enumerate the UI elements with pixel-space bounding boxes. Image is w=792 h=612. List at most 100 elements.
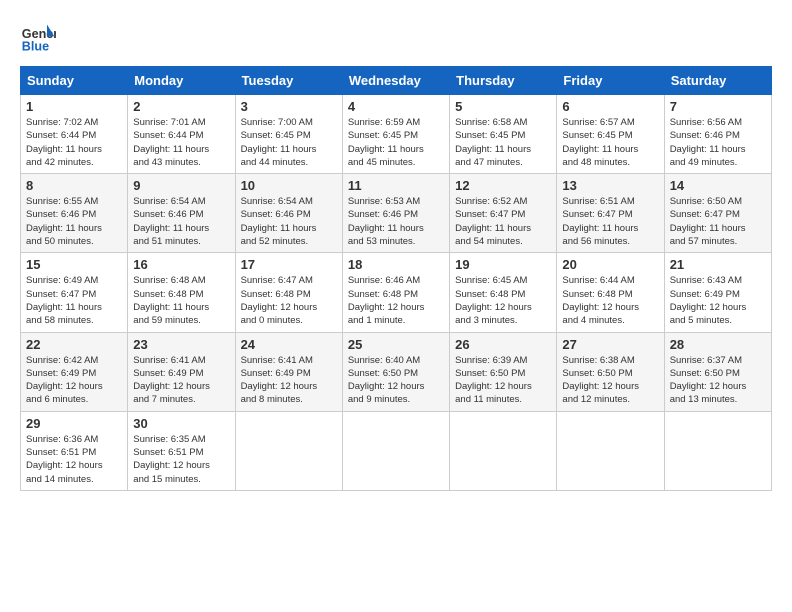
calendar-cell: 7 Sunrise: 6:56 AM Sunset: 6:46 PM Daylig…	[664, 95, 771, 174]
logo-icon: General Blue	[20, 20, 56, 56]
day-number: 27	[562, 337, 658, 352]
calendar-cell	[557, 411, 664, 490]
day-info: Sunrise: 6:54 AM Sunset: 6:46 PM Dayligh…	[133, 195, 229, 248]
calendar-cell: 8 Sunrise: 6:55 AM Sunset: 6:46 PM Daylig…	[21, 174, 128, 253]
calendar-cell	[450, 411, 557, 490]
day-info: Sunrise: 6:57 AM Sunset: 6:45 PM Dayligh…	[562, 116, 658, 169]
day-info: Sunrise: 6:51 AM Sunset: 6:47 PM Dayligh…	[562, 195, 658, 248]
day-info: Sunrise: 6:41 AM Sunset: 6:49 PM Dayligh…	[241, 354, 337, 407]
day-info: Sunrise: 6:35 AM Sunset: 6:51 PM Dayligh…	[133, 433, 229, 486]
day-info: Sunrise: 6:58 AM Sunset: 6:45 PM Dayligh…	[455, 116, 551, 169]
day-number: 19	[455, 257, 551, 272]
day-number: 26	[455, 337, 551, 352]
calendar-week-2: 8 Sunrise: 6:55 AM Sunset: 6:46 PM Daylig…	[21, 174, 772, 253]
calendar-week-1: 1Sunrise: 7:02 AM Sunset: 6:44 PM Daylig…	[21, 95, 772, 174]
calendar-cell: 17 Sunrise: 6:47 AM Sunset: 6:48 PM Dayli…	[235, 253, 342, 332]
calendar-cell: 19 Sunrise: 6:45 AM Sunset: 6:48 PM Dayli…	[450, 253, 557, 332]
day-number: 21	[670, 257, 766, 272]
logo: General Blue	[20, 20, 56, 56]
calendar-cell: 24Sunrise: 6:41 AM Sunset: 6:49 PM Dayli…	[235, 332, 342, 411]
calendar-cell: 29 Sunrise: 6:36 AM Sunset: 6:51 PM Dayli…	[21, 411, 128, 490]
day-info: Sunrise: 6:44 AM Sunset: 6:48 PM Dayligh…	[562, 274, 658, 327]
calendar-cell: 9Sunrise: 6:54 AM Sunset: 6:46 PM Daylig…	[128, 174, 235, 253]
calendar-week-4: 22 Sunrise: 6:42 AM Sunset: 6:49 PM Dayli…	[21, 332, 772, 411]
calendar-cell: 11 Sunrise: 6:53 AM Sunset: 6:46 PM Dayli…	[342, 174, 449, 253]
day-number: 23	[133, 337, 229, 352]
day-number: 5	[455, 99, 551, 114]
calendar-cell: 20 Sunrise: 6:44 AM Sunset: 6:48 PM Dayli…	[557, 253, 664, 332]
calendar-cell: 18 Sunrise: 6:46 AM Sunset: 6:48 PM Dayli…	[342, 253, 449, 332]
day-header-monday: Monday	[128, 67, 235, 95]
calendar-cell	[342, 411, 449, 490]
day-info: Sunrise: 6:49 AM Sunset: 6:47 PM Dayligh…	[26, 274, 122, 327]
day-number: 7	[670, 99, 766, 114]
calendar-week-3: 15 Sunrise: 6:49 AM Sunset: 6:47 PM Dayli…	[21, 253, 772, 332]
day-number: 18	[348, 257, 444, 272]
calendar-cell: 4 Sunrise: 6:59 AM Sunset: 6:45 PM Daylig…	[342, 95, 449, 174]
day-info: Sunrise: 6:40 AM Sunset: 6:50 PM Dayligh…	[348, 354, 444, 407]
day-info: Sunrise: 6:36 AM Sunset: 6:51 PM Dayligh…	[26, 433, 122, 486]
calendar-cell: 27 Sunrise: 6:38 AM Sunset: 6:50 PM Dayli…	[557, 332, 664, 411]
page-header: General Blue	[20, 20, 772, 56]
calendar-week-5: 29 Sunrise: 6:36 AM Sunset: 6:51 PM Dayli…	[21, 411, 772, 490]
day-header-tuesday: Tuesday	[235, 67, 342, 95]
calendar-cell: 16Sunrise: 6:48 AM Sunset: 6:48 PM Dayli…	[128, 253, 235, 332]
day-info: Sunrise: 6:55 AM Sunset: 6:46 PM Dayligh…	[26, 195, 122, 248]
day-info: Sunrise: 6:50 AM Sunset: 6:47 PM Dayligh…	[670, 195, 766, 248]
calendar-cell	[235, 411, 342, 490]
calendar-cell: 10 Sunrise: 6:54 AM Sunset: 6:46 PM Dayli…	[235, 174, 342, 253]
calendar-cell: 5 Sunrise: 6:58 AM Sunset: 6:45 PM Daylig…	[450, 95, 557, 174]
day-number: 22	[26, 337, 122, 352]
day-header-wednesday: Wednesday	[342, 67, 449, 95]
calendar-cell: 1Sunrise: 7:02 AM Sunset: 6:44 PM Daylig…	[21, 95, 128, 174]
day-number: 28	[670, 337, 766, 352]
day-number: 20	[562, 257, 658, 272]
day-info: Sunrise: 6:46 AM Sunset: 6:48 PM Dayligh…	[348, 274, 444, 327]
day-number: 8	[26, 178, 122, 193]
day-number: 30	[133, 416, 229, 431]
day-info: Sunrise: 6:56 AM Sunset: 6:46 PM Dayligh…	[670, 116, 766, 169]
day-number: 11	[348, 178, 444, 193]
day-info: Sunrise: 6:45 AM Sunset: 6:48 PM Dayligh…	[455, 274, 551, 327]
calendar-cell: 6 Sunrise: 6:57 AM Sunset: 6:45 PM Daylig…	[557, 95, 664, 174]
day-number: 15	[26, 257, 122, 272]
day-info: Sunrise: 6:37 AM Sunset: 6:50 PM Dayligh…	[670, 354, 766, 407]
day-number: 29	[26, 416, 122, 431]
calendar-cell: 25 Sunrise: 6:40 AM Sunset: 6:50 PM Dayli…	[342, 332, 449, 411]
day-info: Sunrise: 6:39 AM Sunset: 6:50 PM Dayligh…	[455, 354, 551, 407]
day-number: 3	[241, 99, 337, 114]
calendar-cell: 13Sunrise: 6:51 AM Sunset: 6:47 PM Dayli…	[557, 174, 664, 253]
calendar-cell: 14 Sunrise: 6:50 AM Sunset: 6:47 PM Dayli…	[664, 174, 771, 253]
calendar-cell: 22 Sunrise: 6:42 AM Sunset: 6:49 PM Dayli…	[21, 332, 128, 411]
svg-text:Blue: Blue	[22, 40, 49, 54]
day-info: Sunrise: 7:00 AM Sunset: 6:45 PM Dayligh…	[241, 116, 337, 169]
calendar-cell	[664, 411, 771, 490]
day-info: Sunrise: 6:42 AM Sunset: 6:49 PM Dayligh…	[26, 354, 122, 407]
day-number: 4	[348, 99, 444, 114]
day-info: Sunrise: 6:59 AM Sunset: 6:45 PM Dayligh…	[348, 116, 444, 169]
day-number: 14	[670, 178, 766, 193]
day-number: 16	[133, 257, 229, 272]
day-number: 17	[241, 257, 337, 272]
day-number: 2	[133, 99, 229, 114]
day-info: Sunrise: 6:47 AM Sunset: 6:48 PM Dayligh…	[241, 274, 337, 327]
calendar-cell: 28 Sunrise: 6:37 AM Sunset: 6:50 PM Dayli…	[664, 332, 771, 411]
day-info: Sunrise: 6:54 AM Sunset: 6:46 PM Dayligh…	[241, 195, 337, 248]
calendar-cell: 26 Sunrise: 6:39 AM Sunset: 6:50 PM Dayli…	[450, 332, 557, 411]
day-number: 12	[455, 178, 551, 193]
calendar-cell: 3 Sunrise: 7:00 AM Sunset: 6:45 PM Daylig…	[235, 95, 342, 174]
day-info: Sunrise: 6:38 AM Sunset: 6:50 PM Dayligh…	[562, 354, 658, 407]
day-number: 10	[241, 178, 337, 193]
day-header-saturday: Saturday	[664, 67, 771, 95]
day-number: 25	[348, 337, 444, 352]
calendar-cell: 2 Sunrise: 7:01 AM Sunset: 6:44 PM Daylig…	[128, 95, 235, 174]
calendar-header-row: SundayMondayTuesdayWednesdayThursdayFrid…	[21, 67, 772, 95]
day-header-friday: Friday	[557, 67, 664, 95]
day-info: Sunrise: 6:52 AM Sunset: 6:47 PM Dayligh…	[455, 195, 551, 248]
day-info: Sunrise: 7:01 AM Sunset: 6:44 PM Dayligh…	[133, 116, 229, 169]
day-info: Sunrise: 6:43 AM Sunset: 6:49 PM Dayligh…	[670, 274, 766, 327]
day-info: Sunrise: 6:53 AM Sunset: 6:46 PM Dayligh…	[348, 195, 444, 248]
day-number: 6	[562, 99, 658, 114]
calendar: SundayMondayTuesdayWednesdayThursdayFrid…	[20, 66, 772, 491]
day-info: Sunrise: 6:41 AM Sunset: 6:49 PM Dayligh…	[133, 354, 229, 407]
